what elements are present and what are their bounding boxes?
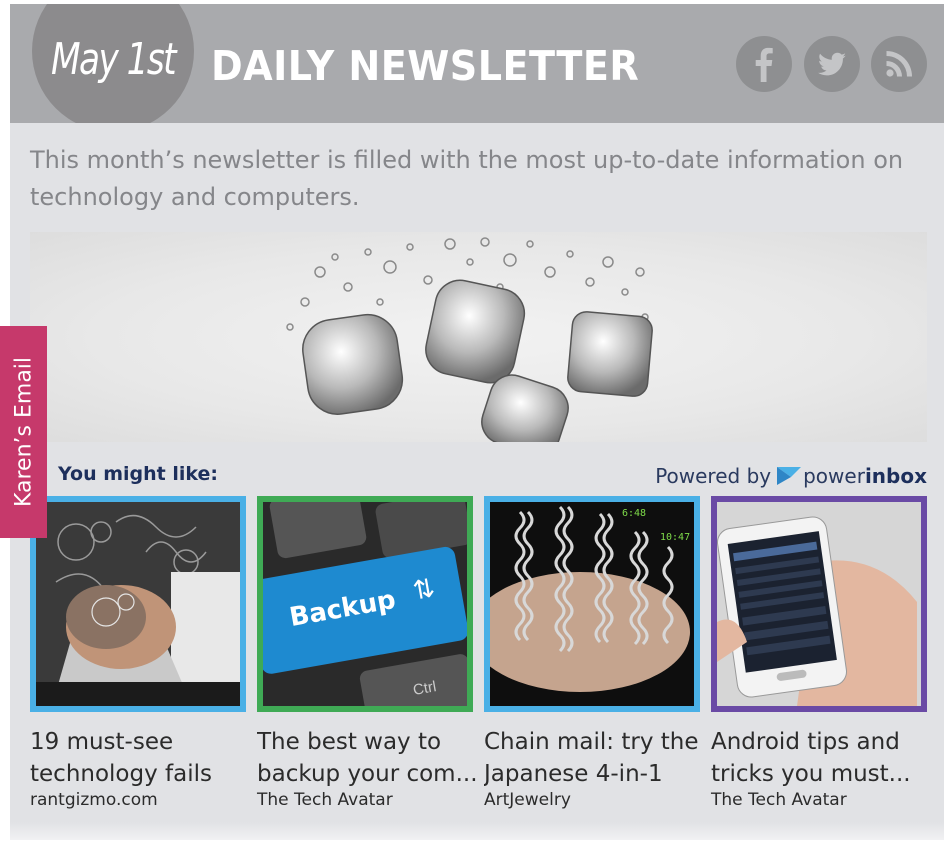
recommendation-thumb-1[interactable] xyxy=(30,496,246,712)
newsletter-header: May 1st DAILY NEWSLETTER xyxy=(10,4,944,123)
hero-image-ice-cubes xyxy=(30,232,927,442)
recommendation-thumb-2[interactable]: Backup ⇅ Ctrl xyxy=(257,496,473,712)
recommendation-thumb-4[interactable] xyxy=(711,496,927,712)
twitter-icon[interactable] xyxy=(804,36,860,92)
intro-text: This month’s newsletter is filled with t… xyxy=(30,146,904,211)
title-line: tricks you must... xyxy=(711,761,911,787)
title-line: 19 must-see xyxy=(30,729,174,755)
recommendations-heading: You might like: xyxy=(58,463,218,485)
recommendation-source-4: The Tech Avatar xyxy=(711,790,847,810)
clock-readout-2: 10:47 xyxy=(660,532,691,543)
facebook-icon[interactable] xyxy=(736,36,792,92)
recommendation-title-2[interactable]: The best way to backup your com... xyxy=(257,726,479,790)
title-line: backup your com... xyxy=(257,761,478,787)
recommendation-source-3: ArtJewelry xyxy=(484,790,571,810)
karens-email-tab[interactable]: Karen’s Email xyxy=(0,326,47,538)
newsletter-title: DAILY NEWSLETTER xyxy=(211,42,640,90)
brand-inbox: inbox xyxy=(864,464,927,488)
newsletter-card: May 1st DAILY NEWSLETTER This month’s ne… xyxy=(10,4,944,840)
newsletter-date: May 1st xyxy=(50,34,177,85)
recommendation-title-3[interactable]: Chain mail: try the Japanese 4-in-1 xyxy=(484,726,706,790)
powered-by-powerinbox[interactable]: Powered by power inbox xyxy=(655,464,927,488)
powered-by-label: Powered by xyxy=(655,464,772,488)
rss-icon[interactable] xyxy=(871,36,927,92)
title-line: The best way to xyxy=(257,729,442,755)
title-line: Chain mail: try the xyxy=(484,729,699,755)
recommendation-thumb-3[interactable]: 6:48 10:47 xyxy=(484,496,700,712)
recommendation-title-4[interactable]: Android tips and tricks you must... xyxy=(711,726,933,790)
title-line: Japanese 4-in-1 xyxy=(484,761,663,787)
title-line: Android tips and xyxy=(711,729,900,755)
recommendation-source-1: rantgizmo.com xyxy=(30,790,158,810)
brand-power: power xyxy=(803,464,865,488)
title-line: technology fails xyxy=(30,761,212,787)
recommendation-source-2: The Tech Avatar xyxy=(257,790,393,810)
side-tab-label: Karen’s Email xyxy=(11,356,36,508)
recommendation-title-1[interactable]: 19 must-see technology fails xyxy=(30,726,252,790)
clock-readout-1: 6:48 xyxy=(622,508,647,519)
powerinbox-logo-icon xyxy=(777,467,802,485)
